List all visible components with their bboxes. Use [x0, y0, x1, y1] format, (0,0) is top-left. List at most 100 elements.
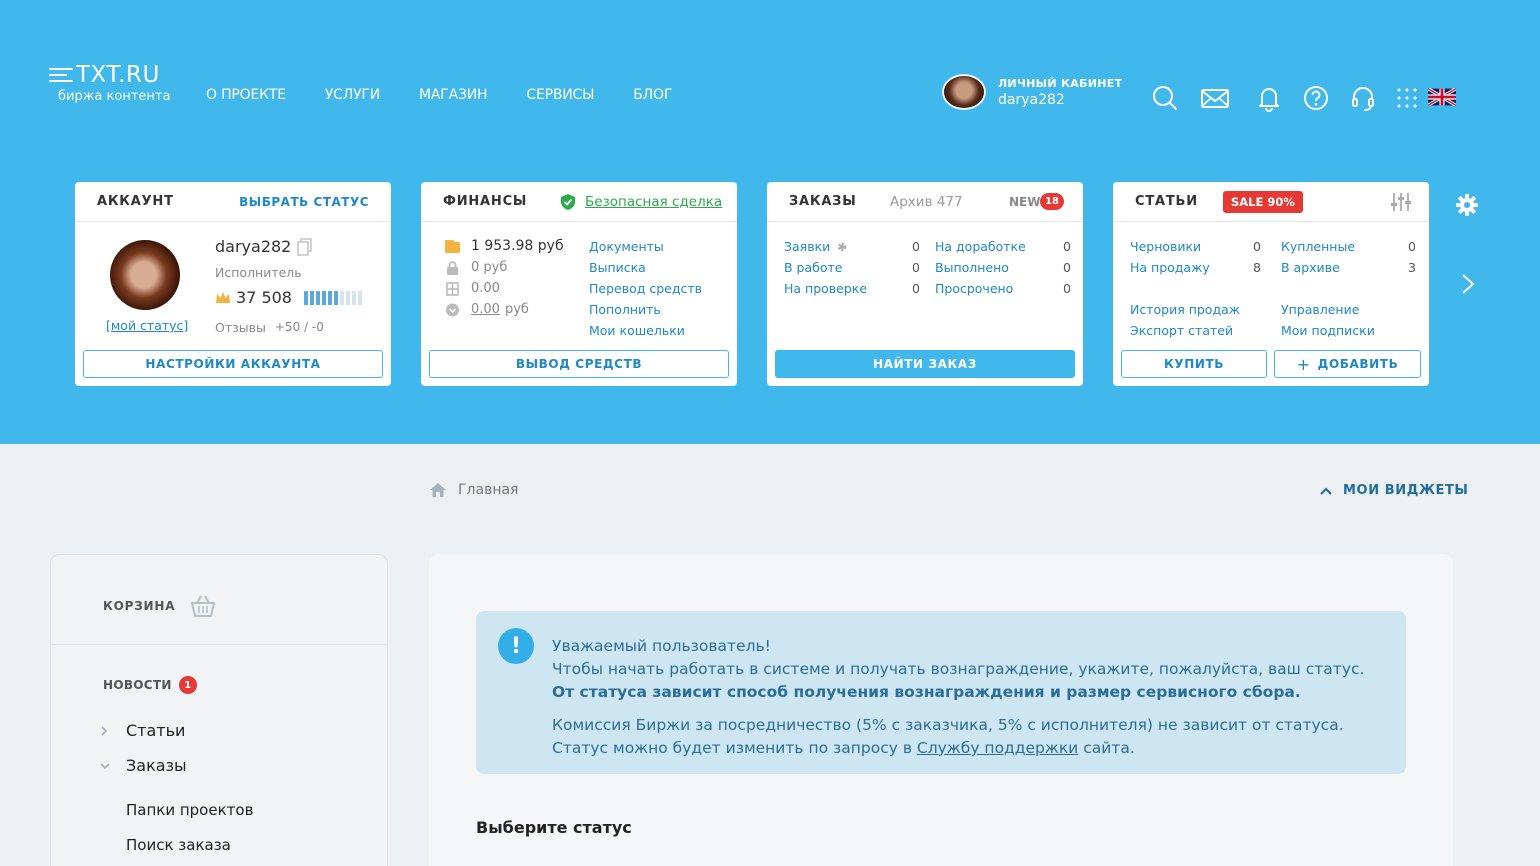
alert-instruction: Чтобы начать работать в системе и получа… — [552, 660, 1365, 678]
shield-check-icon — [561, 193, 575, 210]
export-articles-link[interactable]: Экспорт статей — [1130, 320, 1261, 341]
home-icon[interactable] — [429, 482, 447, 498]
widget-settings-gear-icon[interactable] — [1455, 193, 1479, 217]
account-settings-button[interactable]: НАСТРОЙКИ АККАУНТА — [83, 350, 383, 378]
nav-tools[interactable]: СЕРВИСЫ — [526, 87, 594, 103]
nav-about[interactable]: О ПРОЕКТЕ — [206, 87, 286, 103]
logo[interactable]: TXT.RU биржа контента — [49, 62, 170, 104]
sale-badge[interactable]: SALE 90% — [1223, 190, 1303, 213]
account-role: Исполнитель — [215, 265, 302, 280]
tree-item-orders[interactable]: Заказы — [99, 756, 187, 775]
articles-widget: СТАТЬИ SALE 90% Черновики 0 На продажу 8 И… — [1113, 182, 1429, 386]
nav-blog[interactable]: БЛОГ — [633, 87, 672, 103]
alert-support-prefix: Статус можно будет изменить по запросу в — [552, 739, 917, 757]
pending-currency: руб — [504, 302, 529, 317]
my-status-link[interactable]: [мой статус] — [106, 318, 188, 333]
new-orders-badge: 18 — [1040, 193, 1064, 210]
avatar — [942, 74, 986, 110]
mail-icon[interactable] — [1200, 84, 1230, 112]
statement-link[interactable]: Выписка — [589, 257, 702, 278]
next-widgets-chevron-icon[interactable] — [1458, 272, 1478, 296]
profile-menu[interactable]: ЛИЧНЫЙ КАБИНЕТ darya282 — [942, 74, 1122, 110]
documents-link[interactable]: Документы — [589, 236, 702, 257]
rating-bar-segment — [303, 290, 308, 305]
cart-link[interactable]: КОРЗИНА — [103, 594, 216, 618]
drafts-link[interactable]: Черновики — [1130, 236, 1201, 257]
archived-count: 3 — [1408, 260, 1416, 275]
purchased-link[interactable]: Купленные — [1281, 236, 1355, 257]
transfer-link[interactable]: Перевод средств — [589, 278, 702, 299]
help-icon[interactable] — [1302, 84, 1330, 112]
nav-shop[interactable]: МАГАЗИН — [419, 87, 488, 103]
news-badge: 1 — [178, 676, 197, 694]
subscriptions-link[interactable]: Мои подписки — [1281, 320, 1416, 341]
archived-link[interactable]: В архиве — [1281, 257, 1340, 278]
orders-requests-link[interactable]: Заявки — [784, 236, 830, 257]
rating-bar-segment — [357, 290, 362, 305]
choose-status-link[interactable]: ВЫБРАТЬ СТАТУС — [239, 195, 369, 209]
orders-inwork-count: 0 — [912, 260, 920, 275]
uk-flag-icon[interactable] — [1428, 88, 1456, 106]
chevron-down-icon — [100, 762, 110, 769]
orders-done-link[interactable]: Выполнено — [935, 257, 1009, 278]
support-link[interactable]: Службу поддержки — [917, 739, 1078, 757]
rating-bar-segment — [333, 290, 338, 305]
apps-grid-icon[interactable] — [1396, 84, 1418, 112]
headset-icon[interactable] — [1349, 84, 1377, 112]
orders-revision-link[interactable]: На доработке — [935, 236, 1026, 257]
exclamation-icon: ! — [498, 628, 534, 664]
orders-overdue-link[interactable]: Просрочено — [935, 278, 1013, 299]
copy-icon[interactable] — [297, 237, 313, 256]
pending-value[interactable]: 0.00 — [471, 299, 500, 320]
wallets-link[interactable]: Мои кошельки — [589, 320, 702, 341]
orders-widget: ЗАКАЗЫ Архив 477 NEW 18 Заявки 0 В работ… — [767, 182, 1083, 386]
rating-bar-segment — [351, 290, 356, 305]
new-label[interactable]: NEW — [1009, 195, 1040, 209]
project-folders-link[interactable]: Папки проектов — [126, 801, 253, 819]
rating-bar-segment — [339, 290, 344, 305]
account-avatar — [110, 240, 180, 310]
my-widgets-toggle[interactable]: МОИ ВИДЖЕТЫ — [1319, 483, 1469, 498]
crown-icon — [216, 291, 230, 303]
rating-value: 37 508 — [236, 288, 292, 307]
tree-item-articles[interactable]: Статьи — [99, 721, 185, 740]
tree-item-orders-label: Заказы — [126, 756, 187, 775]
manage-link[interactable]: Управление — [1281, 299, 1416, 320]
withdraw-button[interactable]: ВЫВОД СРЕДСТВ — [429, 350, 729, 378]
main-content: ! Уважаемый пользователь! Чтобы начать р… — [429, 554, 1453, 866]
alert-important: От статуса зависит способ получения возн… — [552, 683, 1301, 701]
sales-history-link[interactable]: История продаж — [1130, 299, 1261, 320]
breadcrumb: Главная — [429, 482, 518, 498]
status-alert: ! Уважаемый пользователь! Чтобы начать р… — [476, 611, 1406, 774]
profile-username: darya282 — [998, 91, 1065, 108]
search-icon[interactable] — [1151, 84, 1179, 112]
archive-link[interactable]: Архив 477 — [890, 194, 963, 210]
orders-review-link[interactable]: На проверке — [784, 278, 867, 299]
finance-title: ФИНАНСЫ — [443, 194, 528, 209]
gear-icon[interactable] — [836, 241, 848, 253]
orders-done-count: 0 — [1063, 260, 1071, 275]
rating-bar-segment — [327, 290, 332, 305]
search-order-link[interactable]: Поиск заказа — [126, 836, 231, 854]
cart-label: КОРЗИНА — [103, 599, 176, 613]
download-circle-icon — [446, 303, 459, 316]
breadcrumb-home[interactable]: Главная — [458, 482, 518, 498]
logo-tagline: биржа контента — [58, 89, 171, 104]
topup-link[interactable]: Пополнить — [589, 299, 702, 320]
add-article-button[interactable]: + ДОБАВИТЬ — [1274, 350, 1421, 378]
rating-bar-segment — [315, 290, 320, 305]
sidebar-divider — [51, 644, 387, 645]
news-link[interactable]: НОВОСТИ 1 — [103, 676, 197, 694]
filter-sliders-icon[interactable] — [1390, 192, 1412, 212]
add-article-label: ДОБАВИТЬ — [1317, 357, 1399, 371]
bell-icon[interactable] — [1255, 84, 1283, 112]
news-label: НОВОСТИ — [103, 678, 172, 692]
articles-title: СТАТЬИ — [1135, 194, 1198, 209]
for-sale-link[interactable]: На продажу — [1130, 257, 1210, 278]
find-order-button[interactable]: НАЙТИ ЗАКАЗ — [775, 350, 1075, 378]
nav-services[interactable]: УСЛУГИ — [325, 87, 380, 103]
safe-deal-link[interactable]: Безопасная сделка — [585, 194, 722, 210]
finance-widget: ФИНАНСЫ Безопасная сделка 1 953.98 руб 0… — [421, 182, 737, 386]
buy-button[interactable]: КУПИТЬ — [1121, 350, 1267, 378]
orders-inwork-link[interactable]: В работе — [784, 257, 842, 278]
